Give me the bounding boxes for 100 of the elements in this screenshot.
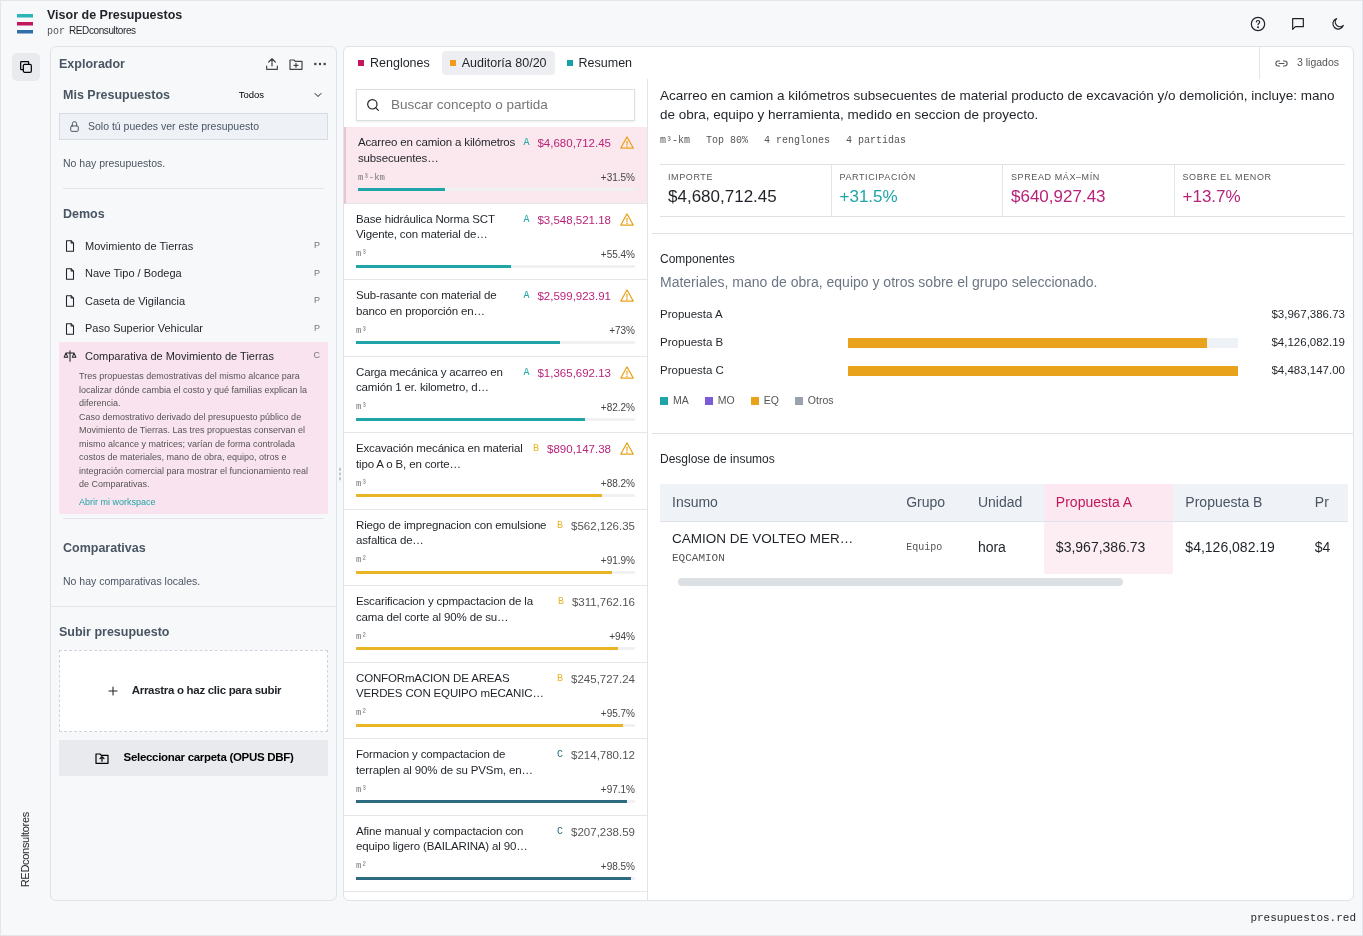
linked-button[interactable]: 3 ligados — [1258, 47, 1353, 79]
type-letter: P — [314, 321, 320, 335]
share-percent: +95.7% — [600, 706, 635, 721]
unit-text: m³ — [356, 324, 367, 338]
upload-dropzone[interactable]: Arrastra o haz clic para subir — [59, 649, 328, 732]
line-item[interactable]: Excavación mecánica en material tipo A o B, en corte… B $890,147.38 m³ +88.2% — [344, 433, 647, 510]
group-letter: C — [557, 824, 564, 839]
item-amount: $214,780.12 — [571, 748, 635, 763]
share-percent: +97.1% — [600, 783, 635, 798]
line-item[interactable]: CONFORmACION DE AREAS VERDES CON EQUIPO mECANIC… B $245,727.24 m² +95.7% — [344, 662, 647, 739]
item-amount: $562,126.35 — [571, 518, 635, 534]
proposal-label: Propuesta C — [660, 363, 725, 379]
search-field[interactable]: Buscar concepto o partida — [356, 89, 635, 121]
demo-item[interactable]: Nave Tipo / Bodega P — [59, 259, 328, 287]
unit-text: m³ — [356, 248, 367, 262]
share-percent: +73% — [609, 324, 635, 339]
item-description: Sub-rasante con material de banco en proporción en… — [356, 288, 498, 319]
table-cell: $4,126,082.19 — [1173, 521, 1303, 574]
demo-item[interactable]: Caseta de Vigilancia P — [59, 286, 328, 315]
demo-item[interactable] — [59, 341, 328, 515]
folder-plus-icon[interactable] — [288, 56, 304, 73]
column-header[interactable]: Grupo — [894, 483, 966, 522]
plus-icon — [105, 683, 120, 698]
tab[interactable]: Renglones — [350, 50, 438, 76]
tab[interactable]: Resumen — [558, 50, 641, 76]
warning-icon — [619, 441, 635, 456]
share-percent: +82.2% — [600, 400, 635, 415]
demo-item[interactable]: Movimiento de Tierras P — [59, 231, 328, 260]
column-header[interactable]: Propuesta A — [1043, 483, 1174, 522]
unit-text: m² — [356, 554, 367, 568]
line-item[interactable]: Acarreo en camion a kilómetros subsecuentes… A $4,680,712.45 m³-km +31.5% — [344, 127, 647, 204]
chat-icon[interactable] — [1290, 15, 1306, 32]
line-item[interactable]: Base hidráulica Norma SCT Vigente, con material de… A $3,548,521.18 m³ +55.4% — [344, 203, 647, 280]
legend-label: MO — [717, 392, 735, 408]
type-letter: P — [314, 239, 320, 253]
item-description: Riego de impregnacion con emulsione asfaltica de… — [356, 517, 548, 548]
proposal-total: $4,126,082.19 — [1270, 335, 1345, 351]
item-description: Acarreo en camion a kilómetros subsecuentes… — [358, 135, 516, 166]
group-letter: A — [523, 212, 530, 227]
stat-label: SOBRE EL MENOR — [1182, 170, 1273, 184]
document-icon — [63, 321, 77, 336]
warning-icon — [619, 364, 635, 380]
item-amount: $207,238.59 — [571, 824, 635, 840]
demo-label: Comparativa de Movimiento de Tierras — [85, 348, 274, 364]
column-header[interactable]: Insumo — [660, 483, 895, 522]
document-icon — [63, 294, 77, 308]
stat-value: +31.5% — [839, 186, 899, 209]
group-letter: B — [557, 671, 564, 686]
unit-text: m² — [356, 630, 367, 644]
select-folder-button[interactable]: Seleccionar carpeta (OPUS DBF) — [59, 739, 328, 776]
proposal-total: $4,483,147.00 — [1270, 363, 1345, 379]
panel-title: Explorador — [59, 56, 125, 73]
line-item[interactable]: Riego de impregnacion con emulsione asfaltica de… B $562,126.35 m² +91.9% — [344, 509, 647, 586]
section-title: Demos — [62, 206, 106, 223]
share-percent: +31.5% — [600, 171, 635, 186]
section-subtitle: Materiales, mano de obra, equipo y otros sobre el grupo seleccionado. — [660, 272, 1099, 292]
search-icon — [365, 97, 381, 113]
unit-text: m² — [356, 860, 367, 874]
type-letter: P — [314, 294, 320, 308]
tab[interactable]: Auditoría 80/20 — [441, 50, 555, 76]
group-letter: A — [523, 289, 530, 303]
unit-text: m³-km — [358, 171, 385, 185]
line-item[interactable]: Carga mecánica y acarreo en camión 1 er. kilometro, d… A $1,365,692.13 m³ +82.2% — [344, 356, 647, 433]
horizontal-scrollbar[interactable] — [678, 577, 1123, 586]
warning-icon — [619, 135, 635, 150]
line-item[interactable]: Escarificacion y cpmpactacion de la cama del corte al 90% de su… B $311,762.16 m² +94% — [344, 586, 647, 663]
stat-value: $4,680,712.45 — [668, 186, 778, 209]
item-amount: $890,147.38 — [547, 442, 611, 457]
line-item[interactable]: Afine manual y compactacion con equipo ligero (BAILARINA) al 90… C $207,238.59 m² +98.5% — [344, 815, 647, 892]
empty-text: No hay presupuestos. — [62, 156, 167, 172]
section-title: Desglose de insumos — [660, 450, 776, 468]
line-item[interactable]: Sub-rasante con material de banco en proporción en… A $2,599,923.91 m³ +73% — [344, 280, 647, 357]
help-icon[interactable] — [1250, 15, 1266, 32]
copy-icon — [17, 59, 34, 75]
filter-dropdown[interactable]: Todos — [238, 88, 324, 103]
group-letter: B — [533, 442, 540, 456]
demo-label: Nave Tipo / Bodega — [85, 266, 182, 282]
byline-text: por — [47, 25, 65, 39]
explorer-button[interactable] — [11, 53, 40, 81]
table-cell: hora — [965, 521, 1044, 574]
unit-text: m³ — [356, 783, 367, 797]
upload-icon[interactable] — [264, 56, 280, 73]
unit-text: m² — [356, 707, 367, 721]
item-description: CONFORmACION DE AREAS VERDES CON EQUIPO mECANIC… — [356, 670, 545, 701]
column-header[interactable]: Unidad — [965, 483, 1044, 522]
warning-icon — [619, 288, 635, 303]
share-percent: +88.2% — [600, 477, 635, 492]
item-amount: $4,680,712.45 — [537, 136, 611, 151]
column-header[interactable]: Pr — [1302, 483, 1348, 522]
app-title: Visor de Presupuestos — [47, 8, 183, 23]
demo-item[interactable]: Paso Superior Vehicular P — [59, 314, 328, 342]
demo-label: Caseta de Vigilancia — [85, 293, 186, 309]
stat-label: SPREAD MÁX–MÍN — [1011, 170, 1101, 184]
moon-icon[interactable] — [1330, 15, 1346, 32]
column-header[interactable]: Propuesta B — [1173, 483, 1303, 522]
item-amount: $245,727.24 — [571, 671, 635, 687]
proposal-label: Propuesta B — [660, 335, 725, 351]
line-item[interactable]: Formacion y compactacion de terraplen al 90% de su PVSm, en… C $214,780.12 m³ +97.1% — [344, 739, 647, 816]
group-letter: A — [523, 365, 530, 380]
search-input[interactable]: Buscar concepto o partida — [389, 93, 626, 117]
